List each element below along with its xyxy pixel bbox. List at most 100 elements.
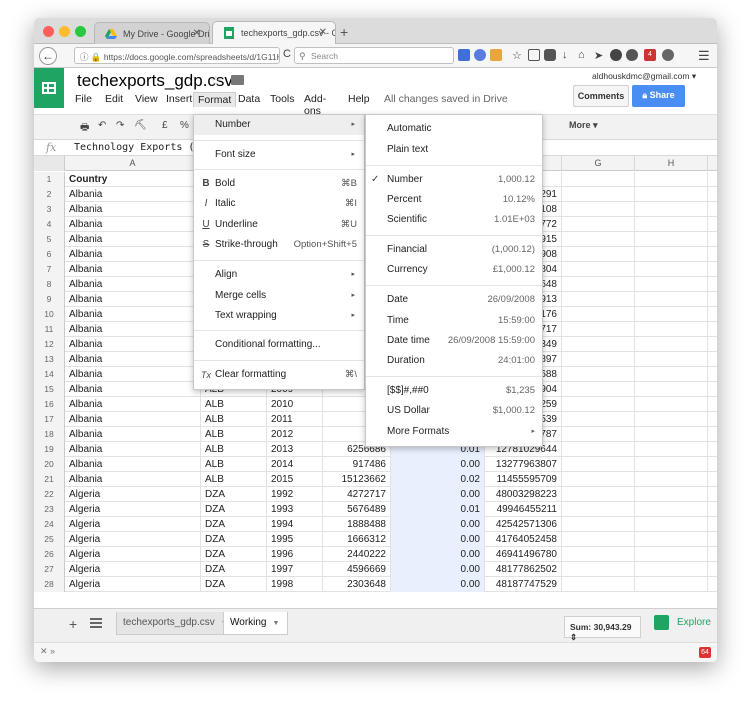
cell-b[interactable]: DZA bbox=[201, 532, 267, 547]
cell-g[interactable] bbox=[562, 307, 635, 322]
redo-icon[interactable]: ↷ bbox=[116, 120, 124, 131]
cell-g[interactable] bbox=[562, 337, 635, 352]
more-button[interactable]: More ▾ bbox=[569, 120, 598, 131]
cell-c[interactable]: 1998 bbox=[267, 577, 323, 592]
close-tab-icon[interactable]: ✕ bbox=[319, 27, 327, 38]
cell-e[interactable]: 0.00 bbox=[391, 577, 485, 592]
number-format-option[interactable]: Date time 26/09/2008 15:59:00 bbox=[366, 331, 542, 351]
address-bar[interactable]: ⓘ 🔒 https://docs.google.com/spreadsheets… bbox=[74, 47, 280, 64]
cell-g[interactable] bbox=[562, 487, 635, 502]
cell-c[interactable]: 1995 bbox=[267, 532, 323, 547]
cell-b[interactable]: DZA bbox=[201, 502, 267, 517]
cell-h[interactable] bbox=[635, 517, 708, 532]
cell-h[interactable] bbox=[635, 172, 708, 187]
cell-b[interactable]: DZA bbox=[201, 562, 267, 577]
row-number[interactable]: 9 bbox=[34, 292, 65, 307]
sheet-tab-active[interactable]: Working ▼ bbox=[223, 612, 289, 635]
new-tab-icon[interactable]: + bbox=[340, 24, 348, 40]
row-number[interactable]: 12 bbox=[34, 337, 65, 352]
cell-a[interactable]: Algeria bbox=[65, 517, 201, 532]
cell-g[interactable] bbox=[562, 457, 635, 472]
cell-g[interactable] bbox=[562, 397, 635, 412]
cell-h[interactable] bbox=[635, 277, 708, 292]
menu-data[interactable]: Data bbox=[234, 92, 264, 106]
undo-icon[interactable]: ↶ bbox=[98, 120, 106, 131]
formula-input[interactable]: Technology Exports ($ b bbox=[74, 142, 212, 153]
cell-a[interactable]: Albania bbox=[65, 352, 201, 367]
menu-item-format-strikethrough[interactable]: S Strike-through Option+Shift+5 bbox=[194, 235, 364, 255]
row-number[interactable]: 2 bbox=[34, 187, 65, 202]
minimize-window-button[interactable] bbox=[59, 26, 70, 37]
row-number[interactable]: 11 bbox=[34, 322, 65, 337]
menu-item-format-number[interactable]: Number ▸ bbox=[194, 115, 364, 135]
cell-f[interactable]: 48187747529 bbox=[485, 577, 562, 592]
cell-b[interactable]: ALB bbox=[201, 427, 267, 442]
number-format-option[interactable]: Automatic bbox=[366, 119, 542, 139]
cell-h[interactable] bbox=[635, 487, 708, 502]
cell-e[interactable]: 0.00 bbox=[391, 517, 485, 532]
cell-g[interactable] bbox=[562, 322, 635, 337]
cell-c[interactable]: 2012 bbox=[267, 427, 323, 442]
sheets-logo[interactable] bbox=[34, 68, 64, 108]
browser-tab-drive[interactable]: My Drive - Google Drive ✕ bbox=[94, 22, 210, 44]
extension-icon[interactable] bbox=[610, 49, 622, 61]
number-format-option[interactable]: Plain text bbox=[366, 140, 542, 160]
menu-insert[interactable]: Insert bbox=[162, 92, 196, 106]
cell-f[interactable]: 49946455211 bbox=[485, 502, 562, 517]
number-format-option[interactable]: Financial (1,000.12) bbox=[366, 240, 542, 260]
number-format-option[interactable]: Duration 24:01:00 bbox=[366, 351, 542, 371]
cell-a[interactable]: Algeria bbox=[65, 532, 201, 547]
menu-item-format-bold[interactable]: B Bold ⌘B bbox=[194, 174, 364, 194]
cell-g[interactable] bbox=[562, 532, 635, 547]
cell-e[interactable]: 0.00 bbox=[391, 547, 485, 562]
menu-item-format-merge-cells[interactable]: Merge cells ▸ bbox=[194, 286, 364, 306]
cell-h[interactable] bbox=[635, 247, 708, 262]
row-number[interactable]: 17 bbox=[34, 412, 65, 427]
reload-icon[interactable]: C bbox=[283, 48, 291, 60]
cell-f[interactable]: 11455595709 bbox=[485, 472, 562, 487]
row-number[interactable]: 27 bbox=[34, 562, 65, 577]
browser-tab-sheet[interactable]: techexports_gdp.csv - Goo... ✕ bbox=[212, 21, 336, 45]
row-number[interactable]: 19 bbox=[34, 442, 65, 457]
cell-h[interactable] bbox=[635, 502, 708, 517]
cell-h[interactable] bbox=[635, 457, 708, 472]
cell-h[interactable] bbox=[635, 562, 708, 577]
column-header-g[interactable]: G bbox=[562, 156, 635, 171]
row-number[interactable]: 24 bbox=[34, 517, 65, 532]
cell-g[interactable] bbox=[562, 277, 635, 292]
cell-a[interactable]: Albania bbox=[65, 262, 201, 277]
cell-a[interactable]: Albania bbox=[65, 277, 201, 292]
cell-a[interactable]: Albania bbox=[65, 217, 201, 232]
add-sheet-icon[interactable]: + bbox=[69, 616, 77, 632]
cell-b[interactable]: DZA bbox=[201, 577, 267, 592]
share-button[interactable]: 🔒︎ Share bbox=[632, 85, 685, 107]
cell-d[interactable]: 4272717 bbox=[323, 487, 391, 502]
cell-a[interactable]: Albania bbox=[65, 397, 201, 412]
cell-g[interactable] bbox=[562, 202, 635, 217]
cell-a[interactable]: Albania bbox=[65, 232, 201, 247]
cell-g[interactable] bbox=[562, 577, 635, 592]
cell-g[interactable] bbox=[562, 247, 635, 262]
cell-b[interactable]: ALB bbox=[201, 457, 267, 472]
extension-badge-icon[interactable]: 4 bbox=[644, 49, 656, 61]
number-format-option[interactable]: US Dollar $1,000.12 bbox=[366, 401, 542, 421]
download-icon[interactable] bbox=[490, 49, 502, 61]
cell-a[interactable]: Albania bbox=[65, 457, 201, 472]
menu-item-format-font-size[interactable]: Font size ▸ bbox=[194, 145, 364, 165]
cell-a[interactable]: Albania bbox=[65, 202, 201, 217]
cell-a[interactable]: Algeria bbox=[65, 577, 201, 592]
cell-a[interactable]: Albania bbox=[65, 412, 201, 427]
cell-b[interactable]: ALB bbox=[201, 472, 267, 487]
cell-d[interactable]: 4596669 bbox=[323, 562, 391, 577]
row-number[interactable]: 21 bbox=[34, 472, 65, 487]
menu-item-format-align[interactable]: Align ▸ bbox=[194, 265, 364, 285]
cell-h[interactable] bbox=[635, 232, 708, 247]
row-number[interactable]: 1 bbox=[34, 172, 65, 187]
cell-g[interactable] bbox=[562, 502, 635, 517]
cell-g[interactable] bbox=[562, 442, 635, 457]
cell-a[interactable]: Albania bbox=[65, 247, 201, 262]
cell-d[interactable]: 5676489 bbox=[323, 502, 391, 517]
row-number[interactable]: 26 bbox=[34, 547, 65, 562]
cell-a[interactable]: Albania bbox=[65, 472, 201, 487]
back-arrow-icon[interactable]: ← bbox=[39, 47, 57, 65]
